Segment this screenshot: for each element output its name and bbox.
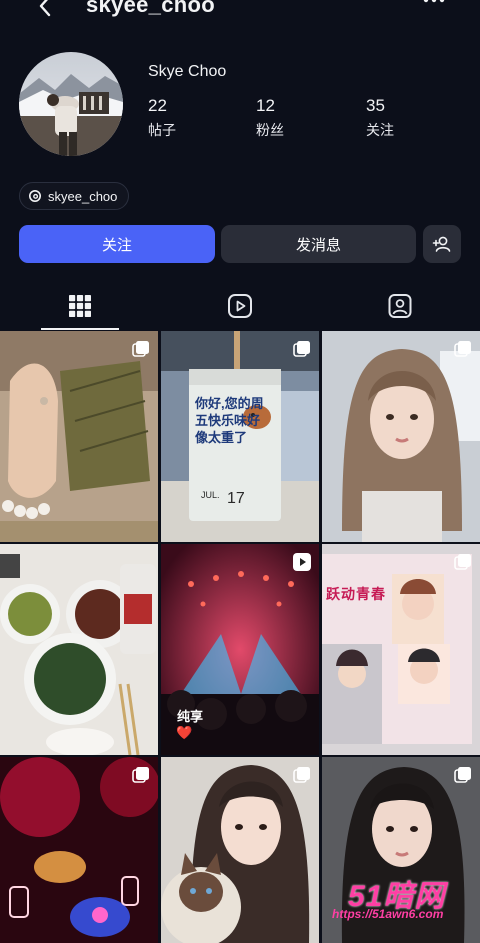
post-tile-neon-bar[interactable] <box>0 757 158 943</box>
cake-sign-text: 你好,您的周五快乐味好像太重了 <box>195 396 264 445</box>
post-tile-dinner[interactable] <box>0 544 158 755</box>
post-tile-zongzi[interactable] <box>0 331 158 542</box>
threads-handle-chip[interactable]: skyee_choo <box>19 182 130 210</box>
carousel-icon <box>132 341 149 357</box>
stat-followers-count: 12 <box>256 96 275 115</box>
reel-play-icon <box>293 553 311 571</box>
display-name: Skye Choo <box>148 63 227 80</box>
carousel-icon <box>293 767 310 783</box>
add-person-button[interactable] <box>423 225 461 263</box>
threads-handle-text: skyee_choo <box>48 188 118 204</box>
stat-posts[interactable]: 22 帖子 <box>148 96 176 140</box>
reels-icon <box>228 294 252 318</box>
carousel-icon <box>454 554 471 570</box>
concert-caption: 纯享 <box>177 709 204 724</box>
carousel-icon <box>132 767 149 783</box>
stat-followers-label: 粉丝 <box>256 122 284 138</box>
stat-posts-label: 帖子 <box>148 122 176 138</box>
watermark-url: https://51awn6.com <box>332 907 444 921</box>
carousel-icon <box>293 341 310 357</box>
add-person-icon <box>432 236 451 252</box>
carousel-icon <box>454 767 471 783</box>
chevron-left-icon[interactable] <box>34 0 58 18</box>
stat-following-count: 35 <box>366 96 385 115</box>
profile-username-title: skyee_choo <box>86 0 215 17</box>
dq-bag-text: 跃动青春 <box>326 586 386 602</box>
post-tile-cat-selfie[interactable] <box>161 757 319 943</box>
tab-tagged[interactable] <box>361 282 439 330</box>
stat-following[interactable]: 35 关注 <box>366 96 394 140</box>
stat-following-label: 关注 <box>366 122 394 138</box>
carousel-icon <box>454 341 471 357</box>
message-button[interactable]: 发消息 <box>221 225 416 263</box>
tab-posts-grid[interactable] <box>41 282 119 330</box>
stat-followers[interactable]: 12 粉丝 <box>256 96 284 140</box>
post-tile-selfie-1[interactable] <box>322 331 480 542</box>
grid-icon <box>69 295 91 317</box>
stat-posts-count: 22 <box>148 96 167 115</box>
top-bar: skyee_choo <box>0 0 480 30</box>
profile-avatar[interactable] <box>19 52 123 156</box>
more-dots-icon[interactable] <box>418 0 450 14</box>
cake-date-day: 17 <box>227 490 245 507</box>
tab-reels[interactable] <box>201 282 279 330</box>
post-tile-concert[interactable]: 纯享 ❤️ <box>161 544 319 755</box>
watermark: 51暗网 https://51awn6.com <box>332 871 480 943</box>
profile-tabs <box>0 282 480 330</box>
post-tile-dq-bag[interactable]: 跃动青春 <box>322 544 480 755</box>
tagged-icon <box>388 294 412 318</box>
post-tile-cake-sign[interactable]: JUL. 17 你好,您的周五快乐味好像太重了 <box>161 331 319 542</box>
follow-button[interactable]: 关注 <box>19 225 215 263</box>
concert-heart: ❤️ <box>176 725 193 740</box>
cake-date-month: JUL. <box>201 490 220 500</box>
threads-icon <box>29 190 41 202</box>
